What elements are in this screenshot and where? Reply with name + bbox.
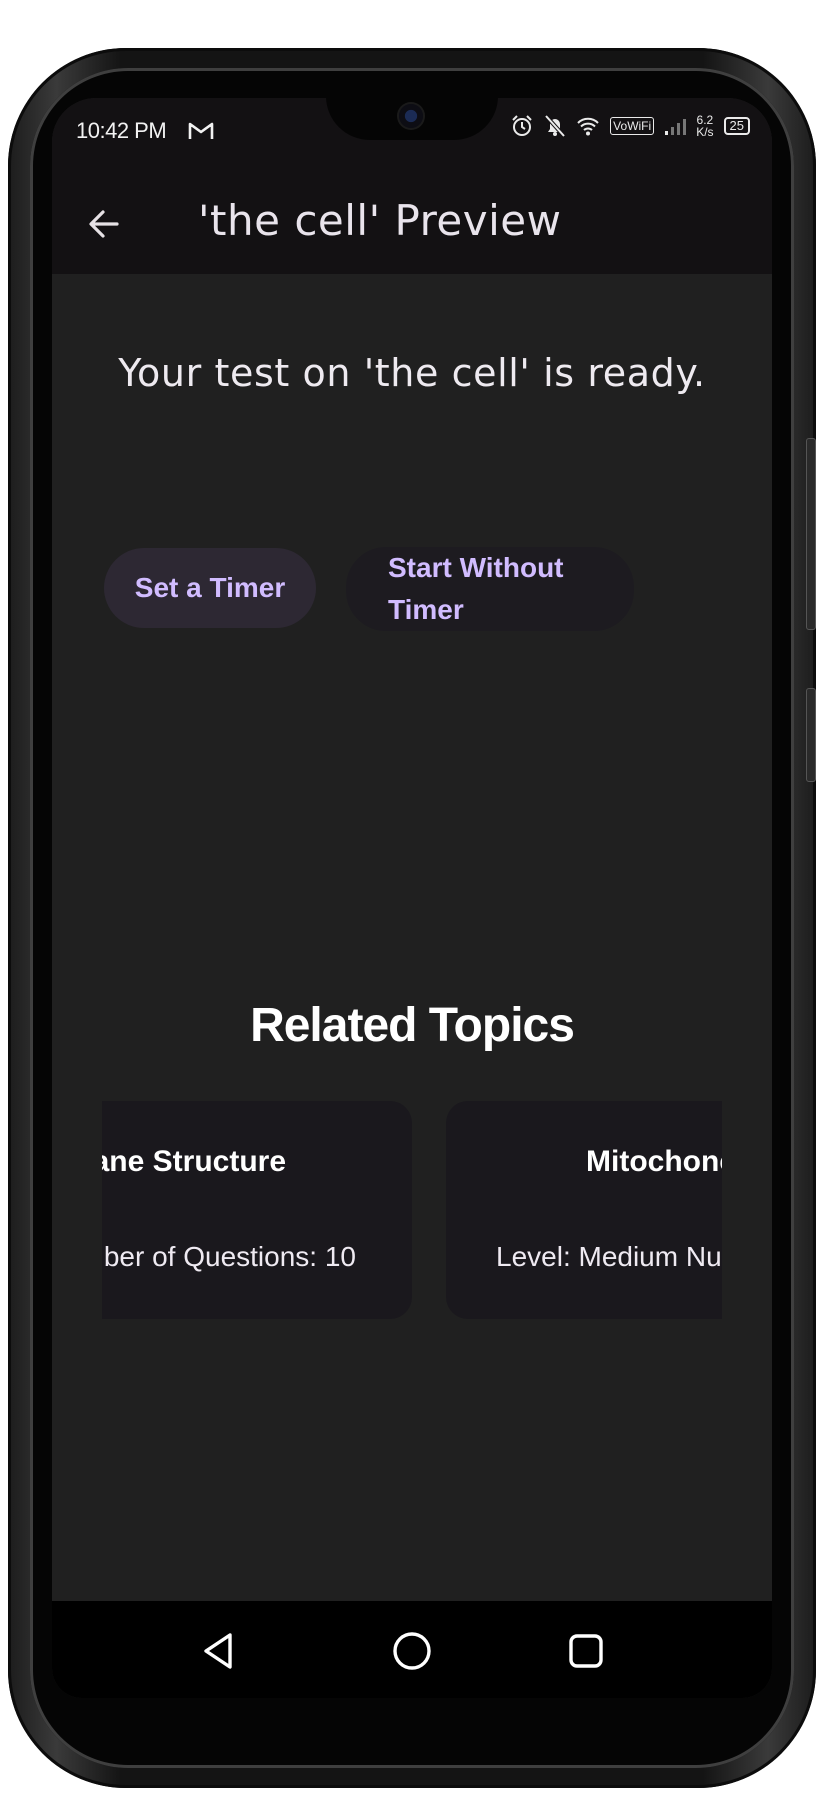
battery-level: 25 <box>729 118 744 133</box>
gmail-icon <box>188 121 214 141</box>
back-button[interactable] <box>80 200 128 248</box>
status-left: 10:42 PM <box>76 118 214 144</box>
arrow-left-icon <box>86 206 122 242</box>
status-time: 10:42 PM <box>76 118 167 143</box>
signal-icon <box>664 117 687 135</box>
page-title: 'the cell' Preview <box>198 196 562 245</box>
topic-meta: Level: Medium Nu <box>496 1241 722 1272</box>
alarm-icon <box>510 114 534 138</box>
volume-button <box>806 438 816 630</box>
triangle-back-icon <box>200 1631 236 1671</box>
power-button <box>806 688 816 782</box>
front-camera <box>397 102 425 130</box>
related-topics-carousel[interactable]: ane Structure ıber of Questions: 10 Mito… <box>102 1101 722 1321</box>
topic-meta: ıber of Questions: 10 <box>102 1241 356 1272</box>
related-topic-card[interactable]: ane Structure ıber of Questions: 10 <box>102 1101 412 1319</box>
status-right: VoWiFi 6.2 K/s 25 <box>510 114 750 138</box>
nav-home-button[interactable] <box>380 1619 444 1683</box>
related-topic-card[interactable]: Mitochonc Level: Medium Nu <box>446 1101 722 1319</box>
vowifi-label: VoWiFi <box>613 119 652 133</box>
network-speed-unit: K/s <box>696 125 714 139</box>
app-bar: 'the cell' Preview <box>52 176 772 274</box>
nav-recents-button[interactable] <box>554 1619 618 1683</box>
start-without-timer-button[interactable]: Start Without Timer <box>346 547 634 631</box>
ready-message: Your test on 'the cell' is ready. <box>118 351 706 395</box>
circle-home-icon <box>392 1631 432 1671</box>
system-nav-bar <box>52 1601 772 1698</box>
set-timer-label: Set a Timer <box>134 572 286 603</box>
nav-back-button[interactable] <box>186 1619 250 1683</box>
set-timer-button[interactable]: Set a Timer <box>104 548 316 628</box>
square-recents-icon <box>568 1633 604 1669</box>
wifi-icon <box>576 116 600 136</box>
topic-title: Mitochonc <box>586 1145 722 1178</box>
status-bar: 10:42 PM VoWiFi 6.2 K/s 25 <box>52 98 772 176</box>
start-without-timer-label: Start Without Timer <box>388 552 564 625</box>
screen: 10:42 PM VoWiFi 6.2 K/s 25 'the cell' Pr… <box>52 98 772 1698</box>
topic-title: ane Structure <box>102 1145 286 1178</box>
battery-icon: 25 <box>723 117 750 135</box>
related-topics-heading: Related Topics <box>250 999 575 1052</box>
network-speed: 6.2 K/s <box>696 114 713 138</box>
mute-bell-icon <box>544 114 566 138</box>
vowifi-icon: VoWiFi <box>610 117 655 135</box>
